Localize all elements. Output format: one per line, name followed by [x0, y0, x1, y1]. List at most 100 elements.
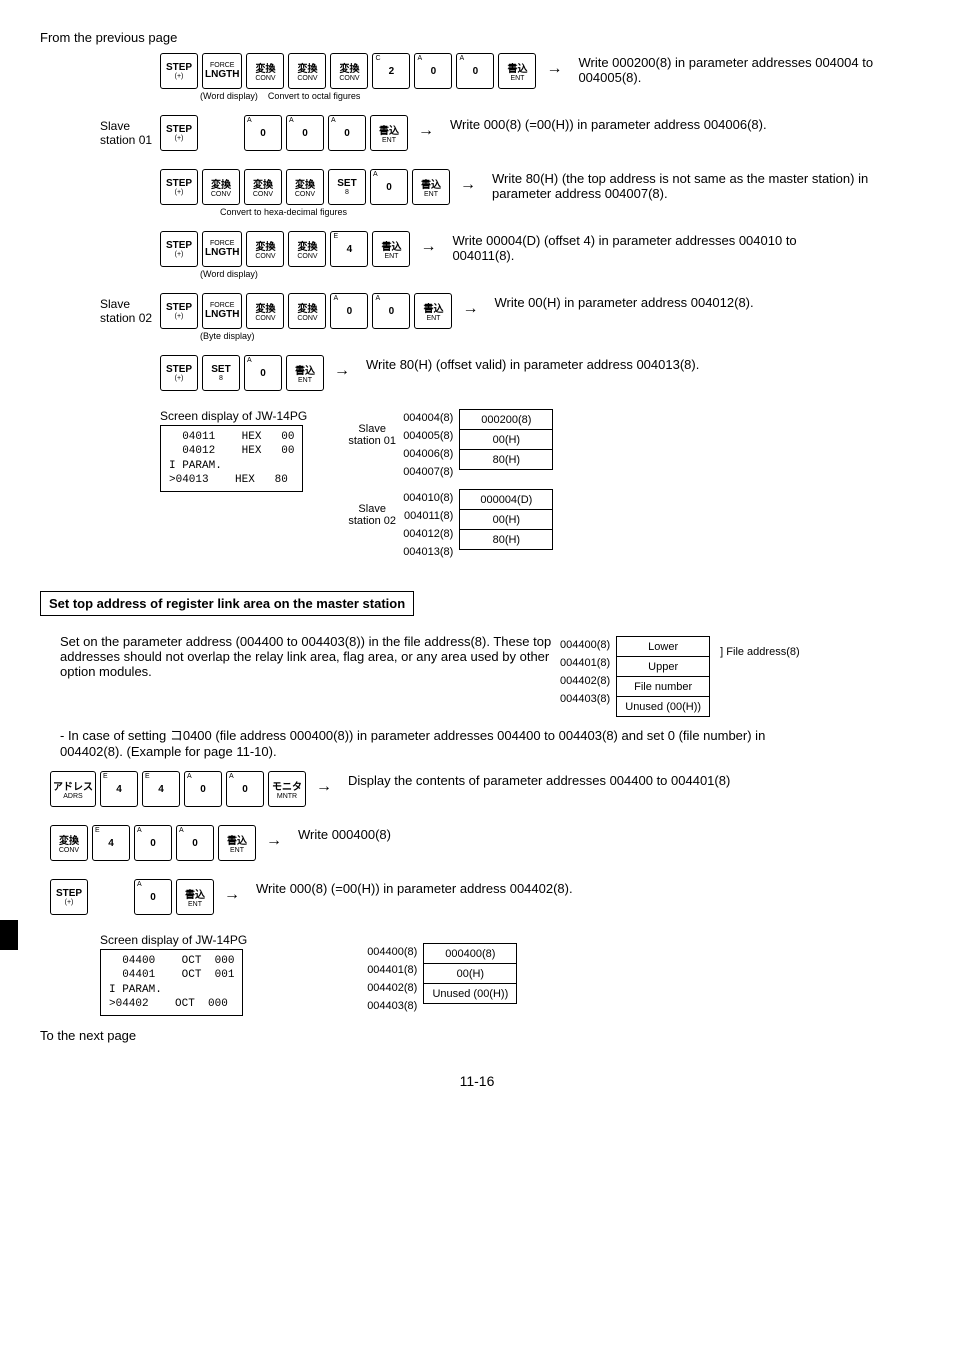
- set8-key: SET8: [328, 169, 366, 205]
- ent-key: 書込ENT: [412, 169, 450, 205]
- screen1: 04011 HEX 00 04012 HEX 00 I PARAM. >0401…: [160, 425, 303, 492]
- arrow-icon: →: [260, 825, 288, 857]
- desc-2: Write 000(8) (=00(H)) in parameter addre…: [440, 115, 767, 132]
- step-key: STEP(+): [160, 115, 198, 151]
- spacer: [100, 53, 160, 57]
- desc-write000400: Write 000400(8): [288, 825, 391, 842]
- mem-s1-label: Slave station 01: [347, 409, 397, 447]
- digit-0-key: A0: [134, 825, 172, 861]
- arrow-icon: →: [414, 231, 442, 263]
- mem-s1-addrs: 004004(8)004005(8)004006(8)004007(8): [403, 409, 453, 481]
- conv-key: 変換CONV: [246, 293, 284, 329]
- digit-0-key: A0: [330, 293, 368, 329]
- keyseq-2: STEP(+) A0 A0 A0 書込ENT →: [160, 115, 440, 151]
- mem-s2-values: 000004(D) 00(H) 80(H): [459, 489, 553, 550]
- note-hex: Convert to hexa-decimal figures: [220, 207, 914, 217]
- conv-key: 変換CONV: [246, 231, 284, 267]
- ent-key: 書込ENT: [414, 293, 452, 329]
- page-tab: [0, 920, 18, 950]
- desc-disp4400: Display the contents of parameter addres…: [338, 771, 730, 788]
- step-key: STEP(+): [160, 355, 198, 391]
- digit-0-key: A0: [134, 879, 172, 915]
- screen2-title: Screen display of JW-14PG: [100, 933, 247, 947]
- digit-0-key: A0: [286, 115, 324, 151]
- ent-key: 書込ENT: [498, 53, 536, 89]
- section-header: Set top address of register link area on…: [40, 591, 414, 616]
- para2: - In case of setting コ0400 (file address…: [60, 725, 820, 759]
- digit-4-key: E4: [100, 771, 138, 807]
- digit-0-key: A0: [370, 169, 408, 205]
- conv-key: 変換CONV: [288, 53, 326, 89]
- digit-0-key: A0: [328, 115, 366, 151]
- para1: Set on the parameter address (004400 to …: [60, 634, 560, 679]
- note-byte-display: (Byte display): [200, 331, 914, 341]
- mem-s1-values: 000200(8) 00(H) 80(H): [459, 409, 553, 470]
- page-number: 11-16: [40, 1073, 914, 1089]
- digit-0-key: A0: [226, 771, 264, 807]
- step-key: STEP(+): [160, 231, 198, 267]
- mem2-side: ] File address(8): [716, 636, 799, 658]
- lngth-key: FORCELNGTH: [202, 53, 242, 89]
- desc-3: Write 80(H) (the top address is not same…: [482, 169, 872, 201]
- digit-4-key: E4: [330, 231, 368, 267]
- prev-page-label: From the previous page: [40, 30, 914, 45]
- digit-0-key: A0: [456, 53, 494, 89]
- ent-key: 書込ENT: [370, 115, 408, 151]
- conv-key: 変換CONV: [50, 825, 88, 861]
- mem3-values: 000400(8) 00(H) Unused (00(H)): [423, 943, 517, 1004]
- arrow-icon: →: [540, 53, 568, 85]
- conv-key: 変換CONV: [202, 169, 240, 205]
- mem-s2-addrs: 004010(8)004011(8)004012(8)004013(8): [403, 489, 453, 561]
- mem-s2-label: Slave station 02: [347, 489, 397, 527]
- arrow-icon: →: [328, 355, 356, 387]
- arrow-icon: →: [218, 879, 246, 911]
- keyseq-1: STEP(+) FORCELNGTH 変換CONV 変換CONV 変換CONV …: [160, 53, 568, 89]
- spacer: [100, 355, 160, 359]
- mem2-values: Lower Upper File number Unused (00(H)): [616, 636, 710, 717]
- step-key: STEP(+): [160, 293, 198, 329]
- note-word-display: (Word display) Convert to octal figures: [200, 91, 914, 101]
- ent-key: 書込ENT: [218, 825, 256, 861]
- digit-4-key: E4: [92, 825, 130, 861]
- digit-4-key: E4: [142, 771, 180, 807]
- set8-key: SET8: [202, 355, 240, 391]
- spacer: [100, 231, 160, 235]
- arrow-icon: →: [412, 115, 440, 147]
- mntr-key: モニタMNTR: [268, 771, 306, 807]
- note-word-display2: (Word display): [200, 269, 914, 279]
- desc-6: Write 80(H) (offset valid) in parameter …: [356, 355, 699, 372]
- digit-0-key: A0: [414, 53, 452, 89]
- screen2: 04400 OCT 000 04401 OCT 001 I PARAM. >04…: [100, 949, 243, 1016]
- keyseq-conv400: 変換CONV E4 A0 A0 書込ENT →: [50, 825, 288, 861]
- mem3-addrs: 004400(8)004401(8)004402(8)004403(8): [367, 943, 417, 1015]
- lngth-key: FORCELNGTH: [202, 293, 242, 329]
- lngth-key: FORCELNGTH: [202, 231, 242, 267]
- keyseq-3: STEP(+) 変換CONV 変換CONV 変換CONV SET8 A0 書込E…: [160, 169, 482, 205]
- desc-5: Write 00(H) in parameter address 004012(…: [484, 293, 753, 310]
- keyseq-adrs: アドレスADRS E4 E4 A0 A0 モニタMNTR →: [50, 771, 338, 807]
- conv-key: 変換CONV: [288, 231, 326, 267]
- keyseq-6: STEP(+) SET8 A0 書込ENT →: [160, 355, 356, 391]
- conv-key: 変換CONV: [244, 169, 282, 205]
- keyseq-4: STEP(+) FORCELNGTH 変換CONV 変換CONV E4 書込EN…: [160, 231, 442, 267]
- digit-0-key: A0: [184, 771, 222, 807]
- digit-0-key: A0: [244, 355, 282, 391]
- slave-01-label: Slave station 01: [100, 115, 160, 147]
- conv-key: 変換CONV: [288, 293, 326, 329]
- arrow-icon: →: [456, 293, 484, 325]
- spacer: [100, 169, 160, 173]
- conv-key: 変換CONV: [286, 169, 324, 205]
- desc-write000-4402: Write 000(8) (=00(H)) in parameter addre…: [246, 879, 573, 896]
- conv-key: 変換CONV: [330, 53, 368, 89]
- next-page-label: To the next page: [40, 1028, 914, 1043]
- digit-2-key: C2: [372, 53, 410, 89]
- ent-key: 書込ENT: [372, 231, 410, 267]
- keyseq-5: STEP(+) FORCELNGTH 変換CONV 変換CONV A0 A0 書…: [160, 293, 484, 329]
- digit-0-key: A0: [244, 115, 282, 151]
- mem2-addrs: 004400(8)004401(8)004402(8)004403(8): [560, 636, 610, 708]
- step-key: STEP(+): [160, 53, 198, 89]
- ent-key: 書込ENT: [176, 879, 214, 915]
- arrow-icon: →: [454, 169, 482, 201]
- screen1-title: Screen display of JW-14PG: [160, 409, 307, 423]
- adrs-key: アドレスADRS: [50, 771, 96, 807]
